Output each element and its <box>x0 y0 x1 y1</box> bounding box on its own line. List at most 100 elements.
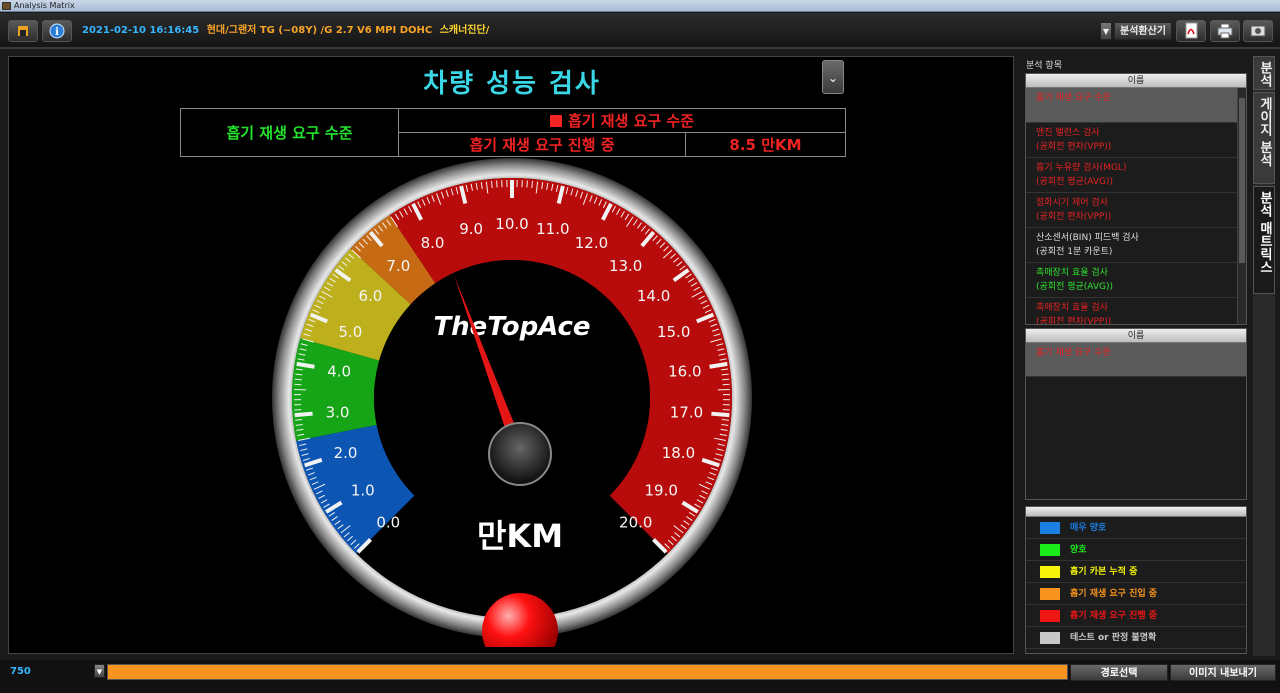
analysis-item[interactable]: 촉매장치 효율 검사 (공회전 편차(VPP)) <box>1026 298 1246 325</box>
gauge-tick-label: 6.0 <box>358 287 382 305</box>
status-label: 흡기 재생 요구 수준 <box>180 108 399 157</box>
gauge-tick-label: 9.0 <box>459 220 483 238</box>
app-icon <box>2 2 11 10</box>
legend-swatch <box>1040 588 1060 600</box>
gauge-tick-label: 11.0 <box>536 220 569 238</box>
gauge-tick <box>295 419 303 421</box>
pdf-button[interactable] <box>1176 20 1206 42</box>
analysis-item-subtitle: (공회전 평균(AVG)) <box>1036 177 1114 187</box>
analysis-item-subtitle: (공회전 편차(VPP)) <box>1036 212 1112 222</box>
analysis-item-rows: 흡기 재생 요구 수준엔진 밸런스 검사 (공회전 편차(VPP)) 흡기 누유량 … <box>1026 88 1246 325</box>
tab-gauge-analysis[interactable]: 게이지 분석 <box>1253 92 1275 184</box>
vehicle-info: 현대/그랜저 TG (~08Y) /G 2.7 V6 MPI DOHC <box>206 25 433 36</box>
print-button[interactable] <box>1210 20 1240 42</box>
gauge-tick <box>711 411 730 418</box>
gauge-tick <box>531 180 534 188</box>
env-dropdown-button[interactable]: ▼ <box>1100 22 1112 40</box>
gauge-tick-label: 13.0 <box>609 257 642 275</box>
route-select-button[interactable]: 경로선택 <box>1070 664 1168 681</box>
analysis-item[interactable]: 점화시기 제어 검사 (공회전 편차(VPP)) <box>1026 193 1246 228</box>
gauge-tick-label: 10.0 <box>495 215 528 233</box>
gauge-tick-label: 14.0 <box>637 287 670 305</box>
status-square-icon <box>549 115 562 127</box>
tab-analysis-label: 분석 <box>1257 61 1272 87</box>
analysis-item-subtitle: (공회전 평균(AVG)) <box>1036 282 1114 292</box>
selected-item-row[interactable]: 흡기 재생 요구 수준 <box>1026 343 1246 377</box>
column-header-name[interactable]: 이름 <box>1026 74 1246 88</box>
status-value: 8.5 만KM <box>685 132 846 157</box>
collapse-button[interactable]: ⌄ <box>822 60 844 94</box>
analysis-item[interactable]: 엔진 밸런스 검사 (공회전 편차(VPP)) <box>1026 123 1246 158</box>
pdf-icon <box>1185 22 1198 39</box>
diagnosis-mode: 스캐너진단/ <box>439 25 490 36</box>
window-title: Analysis Matrix <box>14 1 75 10</box>
toolbar: i 2021-02-10 16:16:45 현대/그랜저 TG (~08Y) /… <box>0 13 1280 49</box>
gauge-tick-label: 0.0 <box>376 514 400 532</box>
gauge-tick <box>296 361 315 369</box>
analysis-item[interactable]: 흡기 누유량 검사(MGL) (공회전 평균(AVG)) <box>1026 158 1246 193</box>
scroll-thumb[interactable] <box>1239 98 1245 263</box>
gauge-tick <box>709 361 728 369</box>
session-info: 2021-02-10 16:16:45 현대/그랜저 TG (~08Y) /G … <box>82 20 489 42</box>
analysis-item-title: 촉매장치 효율 검사 <box>1036 303 1108 313</box>
selected-column-header[interactable]: 이름 <box>1026 329 1246 343</box>
gauge-tick-label: 15.0 <box>657 323 690 341</box>
gauge-tick-label: 5.0 <box>338 323 362 341</box>
legend-swatch <box>1040 566 1060 578</box>
analysis-item-title: 엔진 밸런스 검사 <box>1036 128 1100 138</box>
mileage-gauge: 0.01.0 2.0 3.0 4.0 5.0 6.07.0 8.0 9.0 10.0 11.0 12… <box>272 158 752 647</box>
analysis-item[interactable]: 흡기 재생 요구 수준 <box>1026 88 1246 123</box>
analysis-item-title: 산소센서(BIN) 피드백 검사 <box>1036 233 1139 243</box>
legend-item: 양호 <box>1026 539 1246 561</box>
vertical-tab-bar: 분석 게이지 분석 분석 매트릭스 <box>1253 56 1275 656</box>
count-dropdown[interactable]: ▼ <box>94 664 105 678</box>
env-converter-button[interactable]: 분석환산기 <box>1114 22 1172 40</box>
tab-analysis[interactable]: 분석 <box>1253 56 1275 90</box>
page-title: 차량 성능 검사 <box>423 69 601 99</box>
gauge-tick-label: 2.0 <box>334 444 358 462</box>
gauge-tick <box>722 378 730 381</box>
capture-button[interactable] <box>1243 20 1273 42</box>
garage-icon <box>18 26 28 36</box>
legend-item: 흡기 재생 요구 진입 중 <box>1026 583 1246 605</box>
printer-icon <box>1217 23 1233 39</box>
analysis-item[interactable]: 산소센서(BIN) 피드백 검사 (공회전 1분 카운트) <box>1026 228 1246 263</box>
section-label: 분석 항목 <box>1026 61 1062 71</box>
svg-text:i: i <box>55 27 59 38</box>
export-image-button[interactable]: 이미지 내보내기 <box>1170 664 1276 681</box>
legend-swatch <box>1040 522 1060 534</box>
analysis-item-subtitle: (공회전 편차(VPP)) <box>1036 142 1112 152</box>
analysis-item-title: 흡기 재생 요구 수준 <box>1036 93 1111 103</box>
gauge-tick <box>294 411 313 418</box>
gauge-tick <box>490 180 493 188</box>
home-button[interactable] <box>8 20 38 42</box>
progress-bar <box>107 664 1068 680</box>
tab-analysis-matrix[interactable]: 분석 매트릭스 <box>1253 186 1275 294</box>
analysis-item[interactable]: 촉매장치 효율 검사 (공회전 평균(AVG)) <box>1026 263 1246 298</box>
gauge-tick-label: 8.0 <box>421 234 445 252</box>
gauge-unit: 만KM <box>477 517 563 555</box>
legend-label: 흡기 재생 요구 진행 중 <box>1070 611 1158 621</box>
legend-item: 흡기 카본 누적 중 <box>1026 561 1246 583</box>
legend-item: 매우 양호 <box>1026 517 1246 539</box>
analysis-items-panel: 분석 항목 이름 흡기 재생 요구 수준 엔진 밸런스 검사 (공회전 편차(VPP… <box>1021 56 1251 654</box>
gauge-tick-label: 20.0 <box>619 514 652 532</box>
legend-label: 매우 양호 <box>1070 523 1107 533</box>
tab-gauge-label: 게이지 분석 <box>1257 97 1272 167</box>
window-titlebar: Analysis Matrix <box>0 0 1280 12</box>
gauge-tick-label: 7.0 <box>386 257 410 275</box>
legend-header <box>1026 507 1246 517</box>
info-icon: i <box>49 23 65 39</box>
status-header: 흡기 재생 요구 수준 <box>398 108 846 133</box>
analysis-item-subtitle: (공회전 1분 카운트) <box>1036 247 1113 257</box>
analysis-item-list: 이름 흡기 재생 요구 수준엔진 밸런스 검사 (공회전 편차(VPP)) 흡기 누… <box>1025 73 1247 325</box>
bottom-bar: 750 ▼ 경로선택 이미지 내보내기 <box>0 660 1280 693</box>
legend-panel: 매우 양호양호 흡기 카본 누적 중흡기 재생 요구 진입 중흡기 재생 요구 진… <box>1025 506 1247 654</box>
info-button[interactable]: i <box>42 20 72 42</box>
chevron-down-icon: ⌄ <box>827 71 839 85</box>
legend-label: 흡기 재생 요구 진입 중 <box>1070 589 1158 599</box>
status-table: 흡기 재생 요구 수준 흡기 재생 요구 수준 흡기 재생 요구 진행 중 8.… <box>180 108 846 157</box>
list-scrollbar[interactable] <box>1237 88 1246 324</box>
legend-swatch <box>1040 544 1060 556</box>
analysis-item-subtitle: (공회전 편차(VPP)) <box>1036 317 1112 325</box>
